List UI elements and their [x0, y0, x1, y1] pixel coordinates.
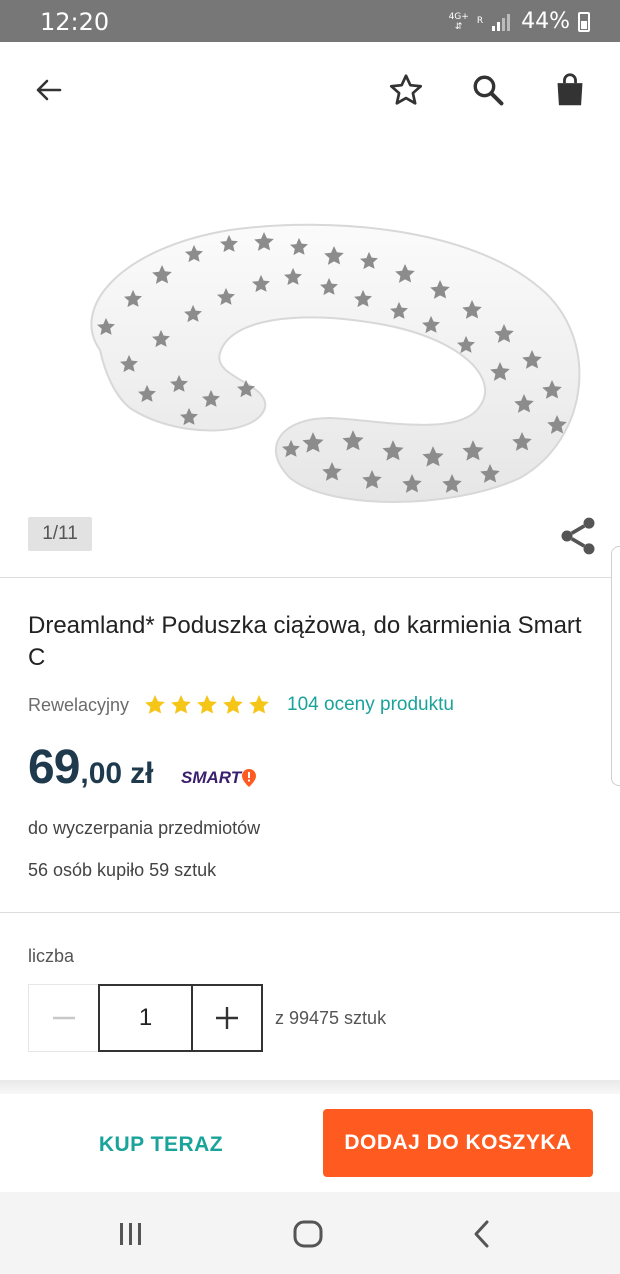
recents-icon [120, 1223, 141, 1245]
star-icon [145, 695, 165, 714]
battery-percent: 44% [521, 9, 570, 34]
back-button[interactable] [24, 66, 72, 114]
quantity-stepper: 1 [28, 984, 263, 1052]
status-icons: 4G+ ⇵ R 44% [449, 9, 590, 34]
quantity-label: liczba [28, 946, 75, 966]
quantity-input[interactable]: 1 [98, 984, 193, 1052]
system-back-button[interactable] [462, 1214, 502, 1254]
image-counter: 1/11 [28, 517, 92, 551]
product-image[interactable] [0, 138, 620, 578]
share-button[interactable] [556, 514, 600, 558]
cart-button[interactable] [546, 66, 594, 114]
price-currency: zł [130, 757, 154, 790]
plus-icon [216, 1007, 238, 1029]
network-indicator: 4G+ ⇵ [449, 12, 469, 32]
divider [0, 577, 620, 578]
favorite-button[interactable] [382, 66, 430, 114]
star-outline-icon [389, 74, 423, 105]
home-button[interactable] [288, 1214, 328, 1254]
section-separator [0, 1080, 620, 1094]
arrow-left-icon [36, 79, 62, 101]
status-time: 12:20 [40, 8, 110, 36]
smart-label: SMART [181, 768, 242, 787]
smart-pin-icon [242, 769, 257, 787]
rating-word: Rewelacyjny [28, 694, 130, 715]
star-icon [223, 695, 243, 714]
recents-button[interactable] [110, 1214, 150, 1254]
search-button[interactable] [464, 66, 512, 114]
minus-icon [52, 1016, 75, 1020]
sold-count-text: 56 osób kupiło 59 sztuk [28, 860, 217, 880]
add-to-cart-button[interactable]: DODAJ DO KOSZYKA [323, 1109, 593, 1177]
share-icon [561, 517, 595, 555]
price: 69 ,00 zł [28, 740, 153, 795]
availability-text: do wyczerpania przedmiotów [28, 818, 261, 838]
scrollbar[interactable] [611, 546, 620, 786]
price-main: 69 [28, 741, 80, 794]
signal-icon [492, 13, 511, 31]
star-icon [249, 695, 269, 714]
roaming-label: R [476, 16, 484, 26]
network-type: 4G+ [448, 11, 469, 22]
home-icon [293, 1220, 323, 1248]
stock-text: z 99475 sztuk [275, 1008, 387, 1028]
decrease-button[interactable] [28, 984, 98, 1052]
buy-now-button[interactable]: KUP TERAZ [56, 1122, 266, 1168]
roaming-indicator: R [477, 17, 483, 26]
increase-button[interactable] [193, 984, 263, 1052]
price-decimals: ,00 [80, 757, 123, 790]
rating-row: Rewelacyjny 104 oceny produktu [28, 690, 454, 720]
search-icon [473, 75, 504, 106]
star-icon [171, 695, 191, 714]
divider [0, 912, 620, 913]
shopping-bag-icon [557, 73, 583, 106]
system-nav-bar [0, 1192, 620, 1274]
reviews-link[interactable]: 104 oceny produktu [287, 694, 454, 716]
status-bar: 12:20 4G+ ⇵ R 44% [0, 0, 620, 42]
data-arrows-icon: ⇵ [454, 21, 463, 32]
star-icon [197, 695, 217, 714]
pregnancy-pillow-image [90, 223, 581, 503]
chevron-left-icon [474, 1220, 489, 1248]
smart-badge[interactable]: SMART [181, 768, 257, 788]
product-title: Dreamland* Poduszka ciążowa, do karmieni… [28, 612, 582, 671]
battery-icon [578, 11, 590, 32]
rating-stars [143, 693, 271, 717]
app-bar [0, 42, 620, 138]
